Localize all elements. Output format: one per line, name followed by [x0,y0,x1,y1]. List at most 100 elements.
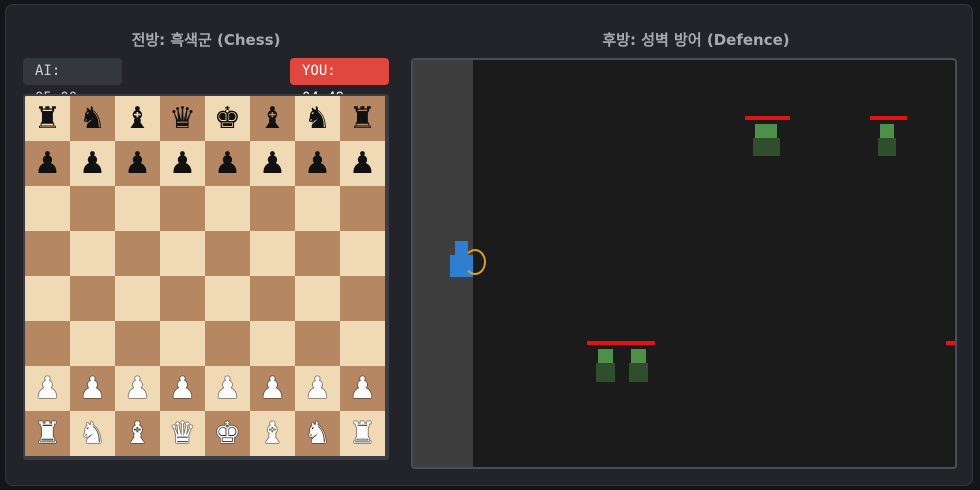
board-square[interactable] [115,186,160,231]
board-square[interactable]: ♟ [25,366,70,411]
black-pawn-icon[interactable]: ♟ [349,148,376,179]
board-square[interactable] [25,276,70,321]
white-rook-icon[interactable]: ♜ [349,418,376,449]
board-square[interactable] [250,186,295,231]
white-pawn-icon[interactable]: ♟ [304,373,331,404]
black-knight-icon[interactable]: ♞ [304,103,331,134]
green-zombie-icon[interactable] [946,341,955,349]
board-square[interactable]: ♛ [160,96,205,141]
white-bishop-icon[interactable]: ♝ [259,418,286,449]
board-square[interactable] [205,186,250,231]
board-square[interactable]: ♟ [70,141,115,186]
black-queen-icon[interactable]: ♛ [169,103,196,134]
board-square[interactable]: ♛ [160,411,205,456]
board-square[interactable] [295,231,340,276]
board-square[interactable] [295,186,340,231]
green-zombie-icon[interactable] [870,116,908,158]
board-square[interactable]: ♝ [115,96,160,141]
board-square[interactable]: ♜ [340,411,385,456]
board-square[interactable]: ♝ [115,411,160,456]
board-square[interactable] [295,321,340,366]
white-knight-icon[interactable]: ♞ [304,418,331,449]
board-square[interactable] [70,186,115,231]
green-zombie-icon[interactable] [620,341,656,383]
board-square[interactable] [340,186,385,231]
board-square[interactable]: ♟ [115,141,160,186]
black-bishop-icon[interactable]: ♝ [259,103,286,134]
board-square[interactable]: ♜ [25,96,70,141]
white-pawn-icon[interactable]: ♟ [169,373,196,404]
black-pawn-icon[interactable]: ♟ [304,148,331,179]
white-knight-icon[interactable]: ♞ [79,418,106,449]
black-pawn-icon[interactable]: ♟ [34,148,61,179]
board-square[interactable] [295,276,340,321]
board-square[interactable] [160,231,205,276]
board-square[interactable] [205,321,250,366]
board-square[interactable] [160,186,205,231]
board-square[interactable] [340,276,385,321]
board-square[interactable]: ♚ [205,96,250,141]
board-square[interactable] [25,231,70,276]
board-square[interactable]: ♟ [340,366,385,411]
white-pawn-icon[interactable]: ♟ [34,373,61,404]
board-square[interactable] [250,231,295,276]
green-zombie-icon[interactable] [587,341,622,383]
board-square[interactable] [205,276,250,321]
board-square[interactable] [115,321,160,366]
board-square[interactable] [115,276,160,321]
board-square[interactable]: ♟ [250,141,295,186]
black-pawn-icon[interactable]: ♟ [169,148,196,179]
board-square[interactable]: ♜ [340,96,385,141]
board-square[interactable]: ♞ [295,411,340,456]
defence-arena[interactable] [411,58,957,469]
board-square[interactable]: ♟ [340,141,385,186]
board-square[interactable]: ♟ [205,141,250,186]
black-king-icon[interactable]: ♚ [214,103,241,134]
white-queen-icon[interactable]: ♛ [169,418,196,449]
board-square[interactable]: ♟ [115,366,160,411]
board-square[interactable] [340,321,385,366]
board-square[interactable] [160,276,205,321]
black-pawn-icon[interactable]: ♟ [214,148,241,179]
white-pawn-icon[interactable]: ♟ [124,373,151,404]
board-square[interactable] [25,321,70,366]
black-bishop-icon[interactable]: ♝ [124,103,151,134]
white-pawn-icon[interactable]: ♟ [259,373,286,404]
board-square[interactable]: ♟ [295,141,340,186]
chess-board[interactable]: ♜ ♞ ♝ ♛ ♚ ♝ ♞ ♜ ♟ ♟ ♟ ♟ ♟ ♟ ♟ ♟ ♟ ♟ ♟ ♟ ♟ ♟ ♟ ♟ ♜ ♞ ♝ ♛ ♚ ♝ ♞ ♜ [23,94,389,460]
board-square[interactable] [250,321,295,366]
board-square[interactable]: ♟ [160,141,205,186]
board-square[interactable] [70,231,115,276]
board-square[interactable]: ♝ [250,411,295,456]
board-square[interactable]: ♟ [25,141,70,186]
board-square[interactable] [115,231,160,276]
board-square[interactable]: ♞ [70,411,115,456]
white-king-icon[interactable]: ♚ [214,418,241,449]
white-pawn-icon[interactable]: ♟ [349,373,376,404]
white-bishop-icon[interactable]: ♝ [124,418,151,449]
board-square[interactable]: ♟ [160,366,205,411]
board-square[interactable]: ♟ [205,366,250,411]
board-square[interactable] [205,231,250,276]
white-pawn-icon[interactable]: ♟ [214,373,241,404]
black-pawn-icon[interactable]: ♟ [124,148,151,179]
black-rook-icon[interactable]: ♜ [34,103,61,134]
black-pawn-icon[interactable]: ♟ [79,148,106,179]
black-knight-icon[interactable]: ♞ [79,103,106,134]
board-square[interactable] [25,186,70,231]
board-square[interactable]: ♚ [205,411,250,456]
board-square[interactable] [70,321,115,366]
board-square[interactable] [340,231,385,276]
white-pawn-icon[interactable]: ♟ [79,373,106,404]
board-square[interactable]: ♝ [250,96,295,141]
board-square[interactable]: ♟ [295,366,340,411]
board-square[interactable]: ♞ [295,96,340,141]
board-square[interactable] [70,276,115,321]
blue-block-defender-icon[interactable] [450,241,490,277]
white-rook-icon[interactable]: ♜ [34,418,61,449]
board-square[interactable]: ♜ [25,411,70,456]
board-square[interactable]: ♞ [70,96,115,141]
black-pawn-icon[interactable]: ♟ [259,148,286,179]
green-zombie-icon[interactable] [745,116,791,158]
board-square[interactable]: ♟ [250,366,295,411]
